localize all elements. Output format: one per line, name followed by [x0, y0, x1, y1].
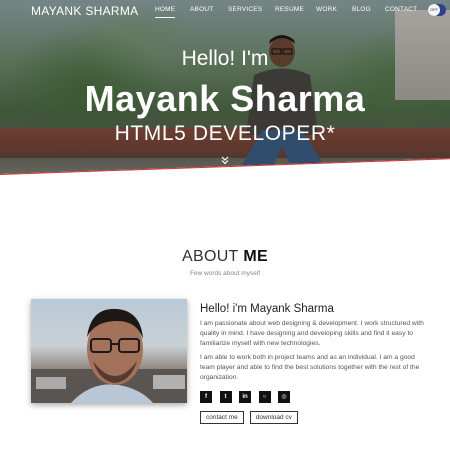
- contact-me-button[interactable]: contact me: [200, 411, 244, 424]
- hero-role: HTML5 DEVELOPER*: [114, 122, 336, 145]
- download-cv-button[interactable]: download cv: [249, 411, 298, 424]
- about-section-title: ABOUT ME: [0, 248, 450, 266]
- intro-paragraph-1: I am passionate about web designing & de…: [200, 320, 424, 348]
- intro-heading: Hello! i'm Mayank Sharma: [200, 303, 334, 315]
- toggle-knob: OFF: [428, 4, 440, 16]
- double-chevron-down-icon[interactable]: [220, 155, 230, 165]
- about-buttons: contact me download cv: [200, 411, 304, 424]
- intro-paragraph-2: I am able to work both in project teams …: [200, 354, 420, 382]
- dribbble-icon[interactable]: ◎: [278, 391, 290, 403]
- about-title-bold: ME: [243, 248, 268, 265]
- nav-about[interactable]: ABOUT: [190, 6, 213, 13]
- twitter-icon[interactable]: t: [219, 391, 232, 403]
- nav-work[interactable]: WORK: [316, 6, 337, 13]
- top-navigation: MAYANK SHARMA HOME ABOUT SERVICES RESUME…: [0, 0, 450, 22]
- profile-photo-art: [31, 308, 187, 403]
- nav-blog[interactable]: BLOG: [352, 6, 371, 13]
- about-subtitle: Few words about myself: [189, 270, 261, 277]
- theme-toggle[interactable]: OFF: [428, 4, 446, 16]
- profile-photo: [31, 299, 187, 403]
- nav-resume[interactable]: RESUME: [275, 6, 304, 13]
- github-icon[interactable]: ○: [258, 391, 271, 403]
- nav-home[interactable]: HOME: [155, 6, 176, 18]
- social-links: f t in ○ ◎: [200, 391, 298, 403]
- about-title-light: ABOUT: [182, 248, 239, 265]
- facebook-icon[interactable]: f: [200, 391, 212, 403]
- hero-greeting: Hello! I'm: [181, 47, 269, 70]
- linkedin-icon[interactable]: in: [239, 391, 251, 403]
- nav-services[interactable]: SERVICES: [228, 6, 262, 13]
- brand-logo-text[interactable]: MAYANK SHARMA: [31, 4, 138, 18]
- nav-contact[interactable]: CONTACT: [385, 6, 417, 13]
- hero-name: Mayank Sharma: [84, 78, 366, 119]
